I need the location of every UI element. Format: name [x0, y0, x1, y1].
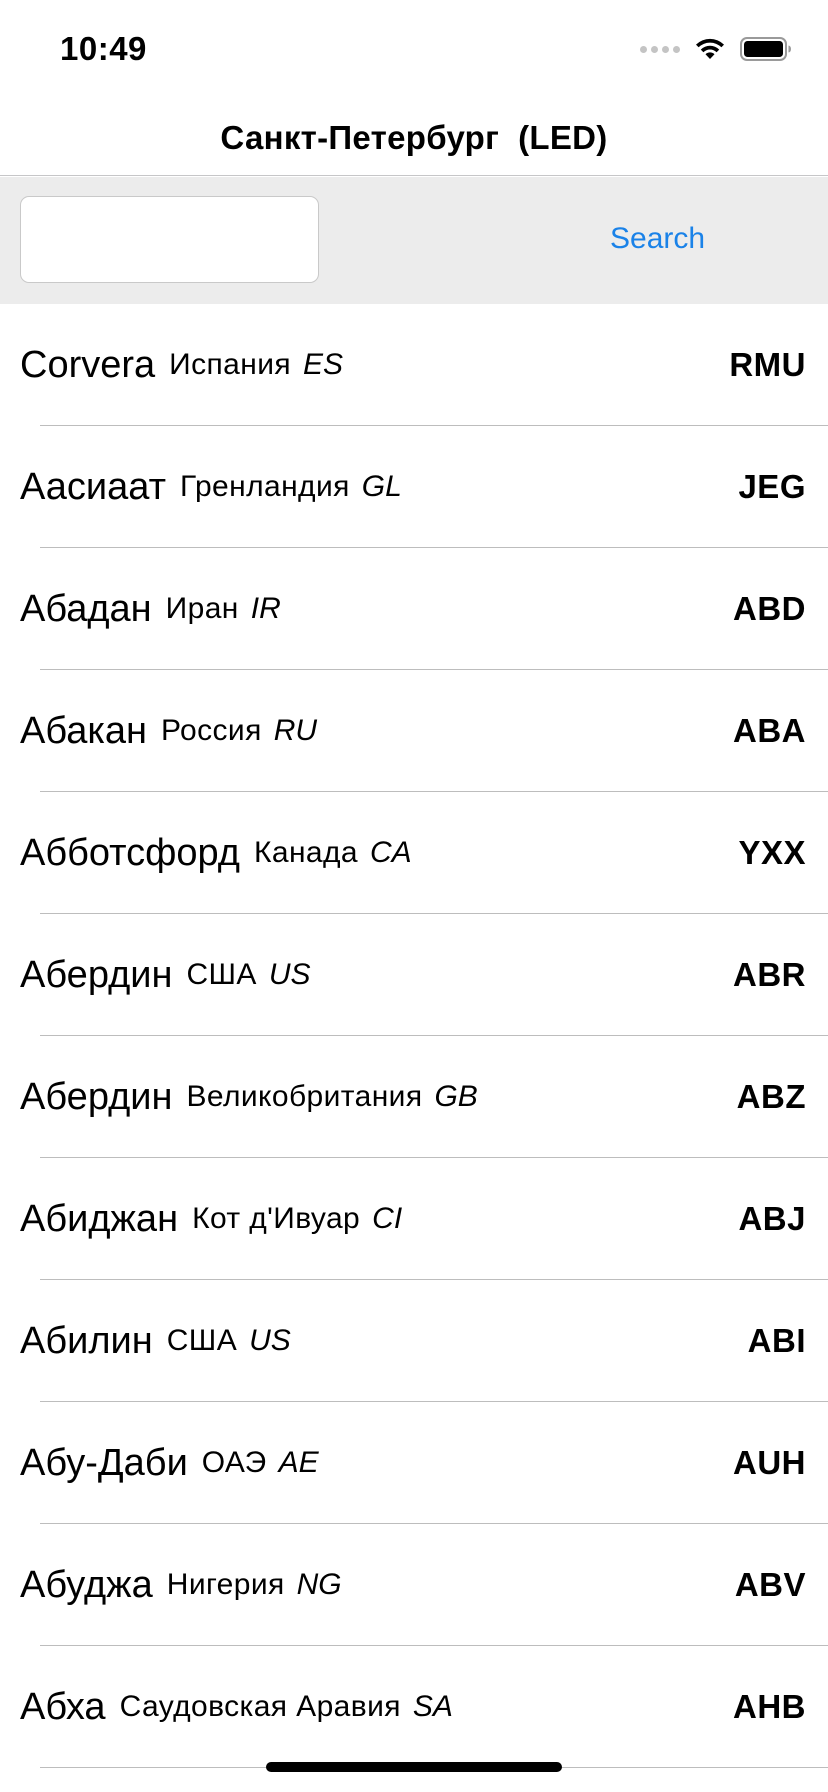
list-item-main: Абиджан Кот д'Ивуар CI: [20, 1158, 402, 1280]
country-code: US: [249, 1324, 291, 1357]
country-name: США: [186, 958, 257, 991]
navigation-bar: Санкт-Петербург (LED): [0, 100, 828, 176]
country-name: Великобритания: [186, 1080, 423, 1113]
city-name: Абакан: [20, 709, 147, 752]
city-name: Абуджа: [20, 1563, 153, 1606]
country-code: IR: [250, 592, 281, 625]
list-item-main: Абботсфорд Канада CA: [20, 792, 412, 914]
country-name: Россия: [160, 714, 262, 747]
country-code: GB: [434, 1080, 478, 1113]
cellular-signal-icon: [640, 45, 680, 53]
country-name: Саудовская Аравия: [119, 1690, 401, 1723]
list-item[interactable]: Абботсфорд Канада CA YXX: [0, 792, 828, 914]
country-name: Кот д'Ивуар: [192, 1202, 361, 1235]
list-item[interactable]: Corvera Испания ES RMU: [0, 304, 828, 426]
status-bar: 10:49: [0, 0, 828, 100]
list-item-main: Абакан Россия RU: [20, 670, 317, 792]
airport-code: AUH: [733, 1444, 806, 1481]
airport-code: ABZ: [736, 1078, 806, 1115]
country-name: Нигерия: [166, 1568, 285, 1601]
airport-code: ABA: [733, 712, 806, 749]
list-item-main: Corvera Испания ES: [20, 304, 343, 426]
country-code: SA: [412, 1690, 453, 1723]
wifi-icon: [694, 37, 726, 61]
country-name: Гренландия: [179, 470, 350, 503]
list-item[interactable]: Абиджан Кот д'Ивуар CI ABJ: [0, 1158, 828, 1280]
list-item[interactable]: Абадан Иран IR ABD: [0, 548, 828, 670]
city-name: Абиджан: [20, 1197, 179, 1240]
search-button[interactable]: Search: [610, 211, 730, 267]
country-code: ES: [303, 348, 344, 381]
list-item[interactable]: Абакан Россия RU ABA: [0, 670, 828, 792]
list-item[interactable]: Абердин США US ABR: [0, 914, 828, 1036]
country-name: Канада: [253, 836, 358, 869]
battery-icon: [740, 37, 792, 61]
country-name: Испания: [169, 348, 292, 381]
search-bar: Search: [0, 177, 828, 304]
country-code: NG: [296, 1568, 342, 1601]
status-time: 10:49: [60, 30, 147, 67]
country-code: RU: [273, 714, 318, 747]
list-item-main: Абилин США US: [20, 1280, 291, 1402]
list-item[interactable]: Абха Саудовская Аравия SA AHB: [0, 1646, 828, 1768]
city-name: Абердин: [20, 1075, 173, 1118]
airport-code: ABV: [734, 1566, 806, 1603]
country-name: ОАЭ: [201, 1446, 267, 1479]
country-name: Иран: [165, 592, 239, 625]
country-code: CA: [370, 836, 412, 869]
list-item[interactable]: Абилин США US ABI: [0, 1280, 828, 1402]
list-item-main: Абха Саудовская Аравия SA: [20, 1646, 453, 1768]
airport-code: JEG: [738, 468, 806, 505]
city-name: Абердин: [20, 953, 173, 996]
airport-code: YXX: [738, 834, 806, 871]
country-code: CI: [372, 1202, 403, 1235]
airport-code: RMU: [729, 346, 806, 383]
country-code: US: [268, 958, 311, 991]
country-code: AE: [278, 1446, 319, 1479]
airport-list: Corvera Испания ES RMU Аасиаат Гренландия GL JE…: [0, 304, 828, 1768]
airport-code: ABD: [733, 590, 806, 627]
page-title: Санкт-Петербург (LED): [220, 118, 608, 156]
city-name: Аасиаат: [20, 465, 166, 508]
status-indicators: [640, 34, 792, 64]
city-name: Абадан: [20, 587, 152, 630]
list-item-main: Аасиаат Гренландия GL: [20, 426, 402, 548]
search-input[interactable]: [20, 196, 319, 283]
home-indicator[interactable]: [266, 1762, 562, 1772]
city-name: Абилин: [20, 1319, 153, 1362]
city-name: Corvera: [20, 343, 156, 386]
airport-code: ABJ: [738, 1200, 806, 1237]
city-name: Абха: [20, 1685, 106, 1728]
list-item-main: Абуджа Нигерия NG: [20, 1524, 342, 1646]
screen: 10:49 Санкт-Петербург (LED) Search Corve…: [0, 0, 828, 1792]
list-item-main: Абердин Великобритания GB: [20, 1036, 478, 1158]
airport-code: AHB: [733, 1688, 806, 1725]
airport-code: ABR: [733, 956, 806, 993]
country-name: США: [166, 1324, 238, 1357]
city-name: Абу-Даби: [20, 1441, 188, 1484]
list-item[interactable]: Абу-Даби ОАЭ AE AUH: [0, 1402, 828, 1524]
list-item-main: Абердин США US: [20, 914, 311, 1036]
list-item[interactable]: Абердин Великобритания GB ABZ: [0, 1036, 828, 1158]
list-item[interactable]: Аасиаат Гренландия GL JEG: [0, 426, 828, 548]
list-item-main: Абу-Даби ОАЭ AE: [20, 1402, 319, 1524]
list-item-main: Абадан Иран IR: [20, 548, 281, 670]
list-item[interactable]: Абуджа Нигерия NG ABV: [0, 1524, 828, 1646]
airport-code: ABI: [747, 1322, 806, 1359]
city-name: Абботсфорд: [20, 831, 240, 874]
country-code: GL: [361, 470, 402, 503]
